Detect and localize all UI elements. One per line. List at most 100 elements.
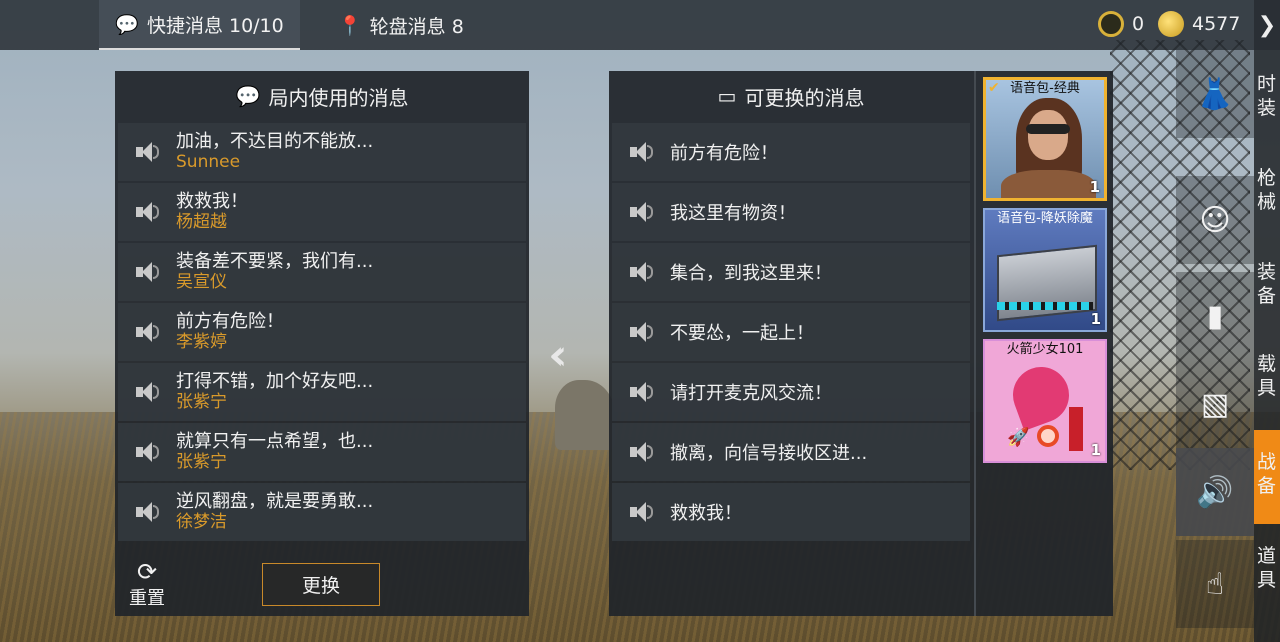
top-bar: 💬 快捷消息 10/10 📍 轮盘消息 8 0 4577 ❯	[0, 0, 1280, 50]
voice-pack-label: 火箭少女101	[1006, 342, 1084, 357]
speaker-icon[interactable]	[136, 201, 160, 223]
speaker-icon[interactable]	[630, 261, 654, 283]
close-button[interactable]: ❯	[1254, 0, 1280, 50]
speaker-icon[interactable]	[630, 441, 654, 463]
gesture-icon[interactable]: ☝	[1176, 540, 1254, 628]
message-text: 不要怂，一起上！	[670, 323, 814, 344]
speaker-icon[interactable]: 🔊	[1176, 448, 1254, 536]
speaker-icon[interactable]	[630, 141, 654, 163]
message-author: 徐梦洁	[176, 512, 227, 532]
message-author: 吴宣仪	[176, 272, 227, 292]
tab-quick-messages[interactable]: 💬 快捷消息 10/10	[99, 0, 300, 50]
message-text: 加油，不达目的不能放...	[176, 131, 374, 152]
speaker-icon[interactable]	[136, 441, 160, 463]
background-rock	[555, 380, 615, 450]
speaker-icon[interactable]	[630, 201, 654, 223]
refresh-icon: ⟳	[136, 558, 158, 586]
tab-wheel-label: 轮盘消息 8	[369, 15, 464, 38]
uc-currency: 4577	[1158, 11, 1240, 37]
replaceable-message-row[interactable]: 我这里有物资！	[612, 183, 970, 241]
message-text: 救救我！	[670, 503, 742, 524]
category-sidebar: 👗 ☺ ▮ ▧ 🔊 ☝ 时装 枪械 装备 载具 战备 道具	[1176, 50, 1280, 642]
tab-weapons[interactable]: 枪械	[1254, 166, 1280, 222]
bp-amount: 0	[1132, 13, 1145, 35]
tab-quick-label: 快捷消息 10/10	[146, 14, 284, 37]
right-panel-header: ▭ 可更换的消息	[609, 71, 973, 121]
speaker-icon[interactable]	[136, 501, 160, 523]
uc-coin-icon	[1158, 11, 1184, 37]
voice-pack-demon[interactable]: 语音包-降妖除魔 1	[983, 208, 1107, 332]
left-panel-header: 💬 局内使用的消息	[115, 71, 529, 121]
speaker-icon[interactable]	[630, 381, 654, 403]
checkmark-icon: ✔	[988, 80, 1000, 96]
message-text: 装备差不要紧，我们有...	[176, 251, 374, 272]
in-game-message-row[interactable]: 救救我！ 杨超越	[118, 183, 526, 241]
replaceable-message-row[interactable]: 撤离，向信号接收区进...	[612, 423, 970, 481]
replaceable-message-row[interactable]: 前方有危险！	[612, 123, 970, 181]
tab-vehicles[interactable]: 载具	[1254, 352, 1280, 408]
left-panel-footer: ⟳ 重置 更换	[115, 552, 529, 616]
voice-pack-count: 1	[1089, 178, 1100, 196]
voice-pack-list: ✔ 语音包-经典 1 语音包-降妖除魔 1 火箭少女101 🚀 1	[974, 71, 1115, 616]
speaker-icon[interactable]	[630, 501, 654, 523]
replaceable-message-row[interactable]: 集合，到我这里来！	[612, 243, 970, 301]
in-game-message-list: 加油，不达目的不能放... Sunnee 救救我！ 杨超越 装备差不要紧，我们有..…	[118, 123, 526, 543]
leaf-emblem	[1005, 359, 1077, 431]
message-author: 张紫宁	[176, 392, 227, 412]
tab-items[interactable]: 道具	[1254, 544, 1280, 600]
chevron-right-icon: ❯	[1257, 12, 1277, 38]
voice-pack-classic[interactable]: ✔ 语音包-经典 1	[983, 77, 1107, 201]
in-game-message-row[interactable]: 前方有危险！ 李紫婷	[118, 303, 526, 361]
voice-pack-label: 语音包-降妖除魔	[997, 211, 1093, 226]
photo-icon[interactable]: ▧	[1176, 360, 1254, 448]
voice-pack-rocket-girls[interactable]: 火箭少女101 🚀 1	[983, 339, 1107, 463]
dress-icon[interactable]: 👗	[1176, 50, 1254, 138]
sticker-icon[interactable]: ☺	[1176, 176, 1254, 264]
voice-pack-count: 1	[1090, 441, 1101, 459]
message-author: 张紫宁	[176, 452, 227, 472]
speaker-icon[interactable]	[136, 141, 160, 163]
in-game-message-row[interactable]: 打得不错，加个好友吧... 张紫宁	[118, 363, 526, 421]
tab-wheel-messages[interactable]: 📍 轮盘消息 8	[338, 0, 464, 50]
message-text: 请打开麦克风交流！	[670, 383, 832, 404]
message-text: 打得不错，加个好友吧...	[176, 371, 374, 392]
speaker-icon[interactable]	[630, 321, 654, 343]
in-game-message-row[interactable]: 就算只有一点希望，也... 张紫宁	[118, 423, 526, 481]
swap-label: 更换	[301, 575, 340, 597]
reset-button[interactable]: ⟳ 重置	[127, 560, 167, 610]
bp-coin-icon	[1098, 11, 1124, 37]
message-text: 我这里有物资！	[670, 203, 796, 224]
message-author: Sunnee	[176, 152, 241, 172]
tab-combat-gear[interactable]: 战备	[1254, 430, 1280, 524]
right-panel-title: 可更换的消息	[744, 85, 865, 110]
in-game-message-row[interactable]: 逆风翻盘，就是要勇敢... 徐梦洁	[118, 483, 526, 541]
rocket-icon: 🚀	[1007, 427, 1030, 448]
sunglasses	[1026, 124, 1070, 134]
chat-bubble-icon: 💬	[115, 13, 139, 36]
spray-icon[interactable]: ▮	[1176, 272, 1254, 360]
character-face	[1028, 110, 1068, 160]
speaker-icon[interactable]	[136, 381, 160, 403]
crate-stripe	[997, 302, 1093, 310]
replaceable-message-row[interactable]: 救救我！	[612, 483, 970, 541]
swap-button[interactable]: 更换	[262, 563, 380, 606]
uc-amount: 4577	[1192, 13, 1241, 35]
in-game-message-row[interactable]: 装备差不要紧，我们有... 吴宣仪	[118, 243, 526, 301]
bp-currency: 0	[1098, 11, 1144, 37]
speaker-icon[interactable]	[136, 261, 160, 283]
character-jacket	[1001, 170, 1096, 198]
speaker-icon[interactable]	[136, 321, 160, 343]
left-panel-title: 局内使用的消息	[268, 85, 409, 110]
message-text: 撤离，向信号接收区进...	[670, 443, 868, 464]
message-text: 救救我！	[176, 191, 248, 212]
replaceable-message-row[interactable]: 不要怂，一起上！	[612, 303, 970, 361]
in-game-messages-panel: 💬 局内使用的消息 加油，不达目的不能放... Sunnee 救救我！ 杨超越 装备…	[115, 71, 529, 616]
tab-fashion[interactable]: 时装	[1254, 72, 1280, 128]
message-text: 前方有危险！	[670, 143, 778, 164]
message-author: 杨超越	[176, 212, 227, 232]
replaceable-message-row[interactable]: 请打开麦克风交流！	[612, 363, 970, 421]
location-pin-icon: 📍	[338, 14, 362, 37]
in-game-message-row[interactable]: 加油，不达目的不能放... Sunnee	[118, 123, 526, 181]
tab-equipment[interactable]: 装备	[1254, 260, 1280, 316]
reset-label: 重置	[129, 588, 165, 609]
